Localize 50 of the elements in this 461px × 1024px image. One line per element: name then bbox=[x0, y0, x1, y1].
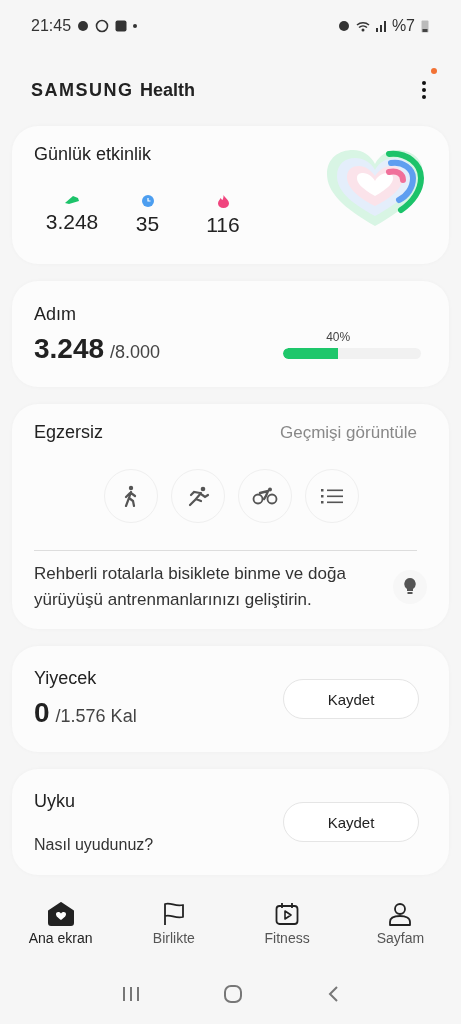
cycling-icon bbox=[252, 487, 278, 505]
flame-icon bbox=[217, 195, 229, 208]
back-button[interactable] bbox=[326, 985, 339, 1003]
tab[interactable]: Sayfam bbox=[350, 902, 451, 964]
menu-icon bbox=[421, 80, 427, 100]
sleep-card[interactable]: Uyku Nasıl uyudunuz? Kaydet bbox=[12, 769, 449, 875]
walking-icon bbox=[123, 485, 139, 507]
stat-value: 3.248 bbox=[45, 210, 99, 234]
battery-icon bbox=[421, 19, 429, 33]
steps-goal: /8.000 bbox=[110, 342, 161, 363]
lightbulb-icon bbox=[404, 578, 416, 596]
list-icon bbox=[321, 488, 343, 504]
tip-text: Rehberli rotalarla bisiklete binme ve doğa yürüyüşü antrenmanlarınızı geliştirin. bbox=[34, 563, 347, 611]
tab[interactable]: Birlikte bbox=[123, 902, 224, 964]
calendar-play-icon bbox=[275, 902, 300, 926]
steps-value: 3.248 bbox=[34, 333, 105, 365]
record-button[interactable]: Kaydet bbox=[283, 679, 419, 719]
card-title: Günlük etkinlik bbox=[34, 144, 153, 165]
sleep-prompt: Nasıl uyudunuz? bbox=[34, 836, 154, 854]
record-button[interactable]: Kaydet bbox=[283, 802, 419, 842]
stat-value: 116 bbox=[206, 213, 240, 237]
running-icon bbox=[186, 485, 210, 507]
person-icon bbox=[388, 902, 413, 926]
calories-goal: /1.576 Kal bbox=[55, 706, 137, 727]
tab[interactable]: Fitness bbox=[237, 902, 338, 964]
signal-icon bbox=[375, 20, 386, 32]
dot-icon bbox=[133, 24, 138, 28]
clock-icon bbox=[141, 195, 154, 207]
shoe-icon bbox=[64, 195, 80, 205]
wifi-icon bbox=[355, 20, 370, 32]
daily-activity-card[interactable]: Günlük etkinlik 3.248 35 116 bbox=[12, 126, 449, 264]
flag-icon bbox=[161, 902, 186, 926]
card-title: Uyku bbox=[34, 791, 76, 812]
tip-button[interactable] bbox=[393, 570, 427, 604]
app-logo: SAMSUNG Health bbox=[31, 79, 196, 101]
stat-value: 35 bbox=[135, 212, 160, 236]
progress-percent: 40% bbox=[326, 330, 352, 344]
food-card[interactable]: Yiyecek 0 /1.576 Kal Kaydet bbox=[12, 646, 449, 752]
home-button[interactable] bbox=[224, 985, 243, 1003]
battery-percent: %7 bbox=[391, 17, 415, 35]
home-icon bbox=[47, 902, 74, 926]
card-title: Yiyecek bbox=[34, 668, 98, 689]
view-history-link[interactable]: Geçmişi görüntüle bbox=[280, 423, 417, 443]
steps-card[interactable]: Adım 3.248 /8.000 40% bbox=[12, 281, 449, 387]
recent-apps-button[interactable] bbox=[122, 986, 141, 1002]
card-title: Egzersiz bbox=[34, 422, 104, 443]
calories-value: 0 bbox=[34, 697, 50, 729]
status-time: 21:45 bbox=[31, 17, 72, 35]
tab[interactable]: Ana ekran bbox=[10, 902, 111, 964]
card-title: Adım bbox=[34, 304, 77, 325]
